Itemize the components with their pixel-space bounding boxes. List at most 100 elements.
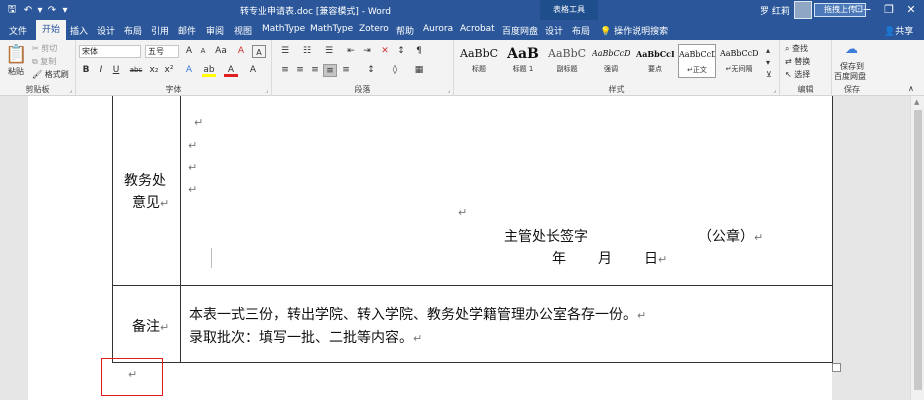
- scrollbar-thumb[interactable]: [914, 110, 922, 390]
- tab-mailings[interactable]: 邮件: [178, 24, 196, 37]
- undo-dropdown-icon[interactable]: ▾: [36, 2, 44, 18]
- tab-table-design[interactable]: 设计: [545, 24, 563, 37]
- share-button[interactable]: 👤共享: [884, 24, 913, 37]
- tab-aurora[interactable]: Aurora: [423, 24, 453, 34]
- char-border-icon[interactable]: A: [252, 45, 266, 58]
- save-to-baidu-line2[interactable]: 百度网盘: [834, 71, 866, 82]
- official-seal-label[interactable]: （公章）↵: [698, 226, 763, 246]
- tab-references[interactable]: 引用: [151, 24, 169, 37]
- redo-icon[interactable]: ↷: [44, 2, 60, 18]
- tab-baidu-netdisk[interactable]: 百度网盘: [502, 24, 538, 37]
- director-signature-label[interactable]: 主管处长签字: [504, 226, 588, 246]
- style-heading-1[interactable]: AaB 标题 1: [504, 44, 542, 78]
- align-center-icon[interactable]: ≡: [293, 64, 307, 77]
- tab-home[interactable]: 开始: [36, 20, 67, 40]
- format-painter-button[interactable]: 🖌 格式刷: [32, 69, 69, 80]
- change-case-icon[interactable]: Aa: [214, 45, 228, 58]
- styles-scroll-down-icon[interactable]: ▾: [766, 58, 770, 67]
- tab-design[interactable]: 设计: [97, 24, 115, 37]
- collapse-ribbon-icon[interactable]: ∧: [908, 84, 914, 93]
- cut-button[interactable]: ✂ 剪切: [32, 43, 57, 54]
- grow-font-icon[interactable]: A: [182, 45, 196, 58]
- styles-more-icon[interactable]: ⊻: [766, 70, 772, 79]
- remark-label[interactable]: 备注↵: [132, 316, 169, 336]
- bold-button[interactable]: B: [79, 64, 93, 77]
- decrease-indent-icon[interactable]: ⇤: [344, 45, 358, 58]
- date-month[interactable]: 月: [598, 248, 612, 268]
- font-size-combo[interactable]: 五号: [145, 45, 179, 58]
- subscript-button[interactable]: x₂: [147, 64, 161, 77]
- user-name[interactable]: 罗 红莉: [760, 4, 790, 17]
- char-shading-icon[interactable]: A: [246, 64, 260, 77]
- paragraph-dialog-launcher-icon[interactable]: ⌟: [447, 87, 450, 94]
- text-effects-icon[interactable]: A: [182, 64, 196, 77]
- tab-view[interactable]: 视图: [234, 24, 252, 37]
- dean-office-label-line2[interactable]: 意见↵: [132, 192, 169, 212]
- superscript-button[interactable]: x²: [162, 64, 176, 77]
- sort-icon[interactable]: ↕: [394, 45, 408, 58]
- borders-icon[interactable]: ▦: [412, 64, 426, 77]
- save-icon[interactable]: 🖫: [4, 2, 20, 18]
- close-button[interactable]: ✕: [900, 1, 922, 19]
- italic-button[interactable]: I: [94, 64, 108, 77]
- remark-line-1[interactable]: 本表一式三份，转出学院、转入学院、教务处学籍管理办公室各存一份。↵: [189, 304, 646, 324]
- customize-qat-icon[interactable]: ▾: [60, 2, 70, 18]
- tab-file[interactable]: 文件: [9, 24, 27, 37]
- increase-indent-icon[interactable]: ⇥: [360, 45, 374, 58]
- date-year[interactable]: 年: [552, 248, 566, 268]
- font-dialog-launcher-icon[interactable]: ⌟: [265, 87, 268, 94]
- baidu-cloud-icon[interactable]: ☁: [845, 42, 858, 57]
- shading-icon[interactable]: ◊: [388, 64, 402, 77]
- font-name-combo[interactable]: 宋体: [79, 45, 141, 58]
- distributed-icon[interactable]: ≡: [339, 64, 353, 77]
- tab-zotero[interactable]: Zotero: [359, 24, 389, 34]
- avatar[interactable]: [794, 1, 812, 19]
- select-button[interactable]: ↖ 选择: [785, 69, 810, 80]
- styles-scroll-up-icon[interactable]: ▴: [766, 46, 770, 55]
- style-subtitle[interactable]: AaBbC 副标题: [548, 44, 586, 78]
- dialog-launcher-icon[interactable]: ⌟: [69, 87, 72, 94]
- tab-review[interactable]: 审阅: [206, 24, 224, 37]
- tab-help[interactable]: 帮助: [396, 24, 414, 37]
- clear-formatting-icon[interactable]: A: [234, 45, 248, 58]
- style-normal[interactable]: AaBbCcD ↵正文: [678, 44, 716, 78]
- tab-mathtype-2[interactable]: MathType: [310, 24, 353, 34]
- minimize-button[interactable]: −: [856, 1, 878, 19]
- shrink-font-icon[interactable]: A: [196, 45, 210, 58]
- align-right-icon[interactable]: ≡: [308, 64, 322, 77]
- bullets-icon[interactable]: ☰: [278, 45, 292, 58]
- strikethrough-button[interactable]: abc: [127, 64, 145, 77]
- copy-button[interactable]: ⧉ 复制: [32, 56, 56, 67]
- undo-icon[interactable]: ↶: [20, 2, 36, 18]
- tab-mathtype-1[interactable]: MathType: [262, 24, 305, 34]
- numbering-icon[interactable]: ☷: [300, 45, 314, 58]
- tab-insert[interactable]: 插入: [70, 24, 88, 37]
- style-strong[interactable]: AaBbCcE 要点: [636, 44, 674, 78]
- style-title[interactable]: AaBbC 标题: [460, 44, 498, 78]
- multilevel-list-icon[interactable]: ☰: [322, 45, 336, 58]
- tab-acrobat[interactable]: Acrobat: [460, 24, 495, 34]
- restore-button[interactable]: ❐: [878, 1, 900, 19]
- highlight-icon[interactable]: ab: [202, 64, 216, 77]
- tab-table-layout[interactable]: 布局: [572, 24, 590, 37]
- find-button[interactable]: ⌕ 查找: [785, 43, 808, 54]
- vertical-scrollbar[interactable]: ▲: [910, 96, 924, 400]
- replace-button[interactable]: ⇄ 替换: [785, 56, 810, 67]
- underline-button[interactable]: U: [109, 64, 123, 77]
- paste-button[interactable]: 粘贴: [8, 66, 24, 77]
- scroll-up-icon[interactable]: ▲: [914, 98, 919, 106]
- tab-layout[interactable]: 布局: [124, 24, 142, 37]
- styles-dialog-launcher-icon[interactable]: ⌟: [773, 87, 776, 94]
- table-resize-handle[interactable]: [832, 363, 841, 372]
- font-color-icon[interactable]: A: [224, 64, 238, 77]
- show-marks-icon[interactable]: ¶: [412, 45, 426, 58]
- justify-icon[interactable]: ≡: [323, 64, 337, 77]
- align-left-icon[interactable]: ≡: [278, 64, 292, 77]
- asian-layout-icon[interactable]: ✕: [378, 45, 392, 58]
- line-spacing-icon[interactable]: ↕: [364, 64, 378, 77]
- remark-line-2[interactable]: 录取批次：填写一批、二批等内容。↵: [189, 327, 422, 347]
- paste-icon[interactable]: 📋: [5, 44, 27, 65]
- tell-me-search[interactable]: 💡 操作说明搜索: [600, 24, 668, 37]
- date-day[interactable]: 日↵: [644, 248, 667, 268]
- style-emphasis[interactable]: AaBbCcD 强调: [592, 44, 630, 78]
